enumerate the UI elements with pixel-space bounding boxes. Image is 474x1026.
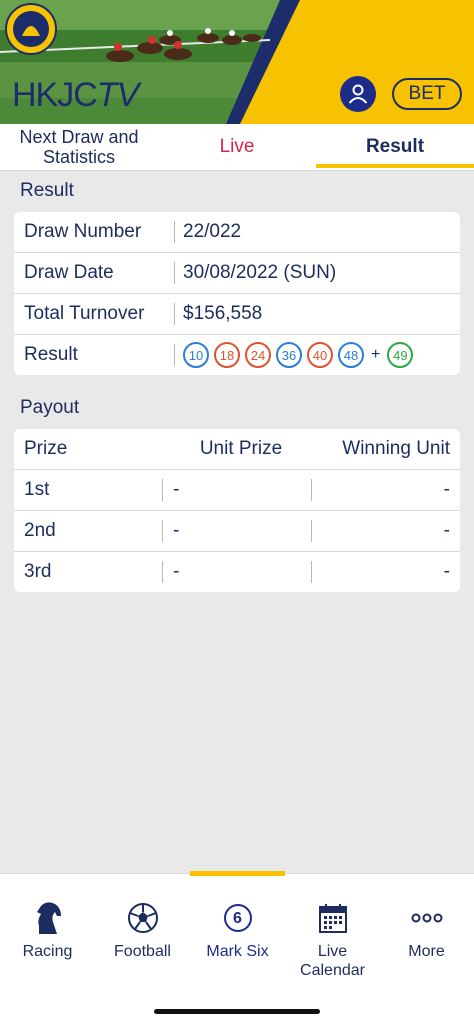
result-label: Result [24, 344, 78, 365]
football-icon [127, 898, 159, 938]
winning-unit-cell: - [443, 520, 450, 541]
user-icon [348, 84, 368, 104]
tab-next-draw-statistics[interactable]: Next Draw and Statistics [0, 124, 158, 170]
unit-prize-cell: - [173, 520, 180, 541]
tab-live[interactable]: Live [158, 124, 316, 170]
unit-prize-cell: - [173, 479, 180, 500]
divider [174, 344, 175, 366]
draw-date-value: 30/08/2022 (SUN) [183, 262, 337, 283]
mark-six-icon-text: 6 [223, 904, 252, 932]
home-indicator[interactable] [154, 1009, 320, 1014]
account-button[interactable] [340, 76, 376, 112]
nav-football-label: Football [114, 943, 171, 960]
payout-row: 2nd - - [14, 511, 460, 552]
total-turnover-row: Total Turnover $156,558 [14, 294, 460, 335]
nav-racing[interactable]: Racing [0, 898, 95, 961]
header-unit-prize: Unit Prize [199, 438, 283, 459]
active-tab-indicator [316, 164, 474, 168]
payout-table: Prize Unit Prize Winning Unit 1st - - 2n… [14, 429, 460, 592]
nav-mark-six-label: Mark Six [206, 943, 269, 960]
nav-more[interactable]: More [379, 898, 474, 961]
winning-unit-cell: - [443, 479, 450, 500]
nav-mark-six[interactable]: 6 Mark Six [190, 898, 285, 961]
result-ball: 18 [214, 342, 240, 368]
payout-row: 1st - - [14, 470, 460, 511]
result-numbers-row: Result 10 18 24 36 40 48 + 49 [14, 335, 460, 375]
more-icon [411, 898, 443, 938]
nav-more-label: More [408, 943, 445, 960]
result-card: Draw Number 22/022 Draw Date 30/08/2022 … [14, 212, 460, 375]
prize-cell: 2nd [24, 520, 56, 541]
horse-icon [31, 898, 65, 938]
divider [174, 303, 175, 325]
result-section-title: Result [20, 180, 74, 201]
mark-six-icon: 6 [223, 898, 252, 938]
result-ball: 24 [245, 342, 271, 368]
extra-ball: 49 [387, 342, 414, 368]
nav-live-calendar[interactable]: Live Calendar [285, 898, 380, 980]
app-header: HKJCTV BET [0, 0, 474, 124]
total-turnover-value: $156,558 [183, 303, 263, 324]
payout-row: 3rd - - [14, 552, 460, 592]
draw-date-row: Draw Date 30/08/2022 (SUN) [14, 253, 460, 294]
plus-sign: + [371, 346, 381, 363]
divider [174, 221, 175, 243]
result-ball: 10 [183, 342, 209, 368]
result-ball: 40 [307, 342, 333, 368]
draw-date-label: Draw Date [24, 262, 114, 283]
payout-header-row: Prize Unit Prize Winning Unit [14, 429, 460, 470]
unit-prize-cell: - [173, 561, 180, 582]
payout-section-title: Payout [20, 397, 80, 418]
winning-unit-cell: - [443, 561, 450, 582]
header-winning-unit: Winning Unit [342, 438, 450, 459]
divider [174, 262, 175, 284]
hkjc-tv-logo[interactable]: HKJCTV [12, 76, 139, 115]
header-prize: Prize [24, 438, 68, 459]
result-ball: 48 [338, 342, 364, 368]
bottom-navigation: Racing Football 6 Mark Six Live Calendar… [0, 871, 474, 1026]
active-nav-indicator [190, 871, 285, 876]
bet-button[interactable]: BET [392, 78, 462, 110]
draw-number-label: Draw Number [24, 221, 142, 242]
total-turnover-label: Total Turnover [24, 303, 145, 324]
calendar-icon [318, 898, 348, 938]
logo-tv-text: TV [96, 76, 139, 114]
nav-racing-label: Racing [22, 943, 73, 960]
draw-number-value: 22/022 [183, 221, 242, 242]
prize-cell: 1st [24, 479, 50, 500]
hkjc-crest-icon [5, 3, 57, 55]
nav-live-calendar-label: Live Calendar [300, 943, 365, 979]
draw-number-row: Draw Number 22/022 [14, 212, 460, 253]
prize-cell: 3rd [24, 561, 52, 582]
result-ball: 36 [276, 342, 302, 368]
logo-text: HKJC [12, 76, 98, 114]
result-balls: 10 18 24 36 40 48 + 49 [183, 342, 460, 368]
nav-football[interactable]: Football [95, 898, 190, 961]
